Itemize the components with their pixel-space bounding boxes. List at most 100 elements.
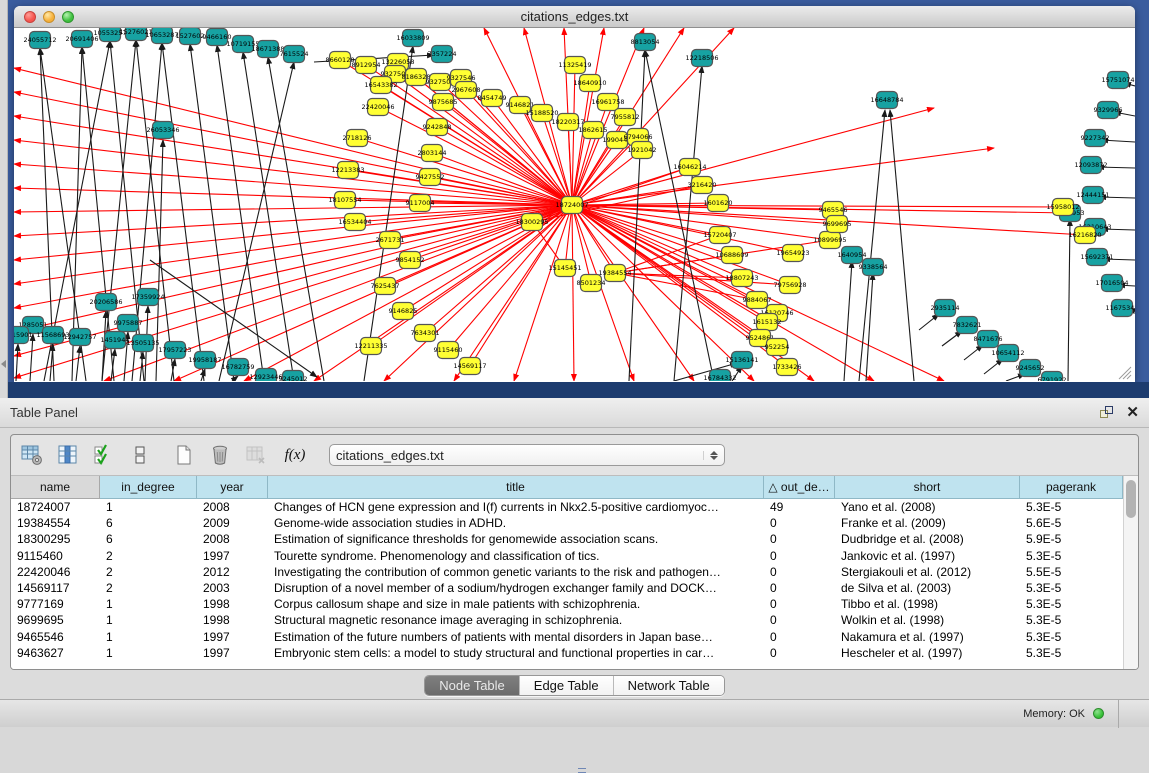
column-header-year[interactable]: year <box>197 476 268 499</box>
close-window-icon[interactable] <box>24 11 36 23</box>
graph-node[interactable]: 19958187 <box>188 352 221 369</box>
graph-node[interactable]: 9245652 <box>1016 360 1045 377</box>
scrollbar-thumb[interactable] <box>1126 480 1136 518</box>
graph-node[interactable]: 15751074 <box>1101 72 1134 89</box>
graph-node[interactable]: 8660128 <box>326 52 355 69</box>
graph-node[interactable]: 6791922 <box>1038 372 1067 382</box>
graph-node[interactable]: 1601620 <box>704 195 733 212</box>
graph-node[interactable]: 14569117 <box>453 358 486 375</box>
graph-node[interactable]: 9242848 <box>423 119 452 136</box>
table-row[interactable]: 977716911998Corpus callosum shape and si… <box>11 596 1123 612</box>
graph-node[interactable]: 9427552 <box>416 169 445 186</box>
table-settings-button[interactable] <box>19 442 45 468</box>
graph-node[interactable]: 13505135 <box>126 335 159 352</box>
graph-node[interactable]: 7634301 <box>411 325 440 342</box>
table-selector-dropdown[interactable]: citations_edges.txt <box>329 444 725 466</box>
graph-node[interactable]: 2803144 <box>418 145 447 162</box>
graph-node[interactable]: 16648784 <box>870 92 903 109</box>
selection-mode-button[interactable] <box>91 442 117 468</box>
graph-node[interactable]: 1733426 <box>773 359 802 376</box>
graph-node[interactable]: 9329966 <box>1094 102 1123 119</box>
graph-node[interactable]: 15136141 <box>725 352 758 369</box>
delete-column-button[interactable] <box>207 442 233 468</box>
collapse-panel-icon[interactable] <box>1 360 6 368</box>
graph-node[interactable]: 79756928 <box>773 277 806 294</box>
table-row[interactable]: 911546021997Tourette syndrome. Phenomeno… <box>11 548 1123 564</box>
graph-node[interactable]: 2671731 <box>376 232 405 249</box>
graph-node[interactable]: 1527602 <box>176 28 205 45</box>
graph-node[interactable]: 10688609 <box>715 247 748 264</box>
graph-node[interactable]: 15692371 <box>1080 249 1113 266</box>
graph-node[interactable]: 9245012 <box>279 371 308 382</box>
graph-node[interactable]: 1615132 <box>753 314 782 331</box>
float-panel-icon[interactable] <box>1100 406 1114 419</box>
graph-node[interactable]: 8501234 <box>577 275 606 292</box>
tab-network-table[interactable]: Network Table <box>614 676 724 695</box>
graph-node[interactable]: 18107554 <box>328 192 361 209</box>
close-panel-icon[interactable]: ✕ <box>1126 406 1139 420</box>
graph-node[interactable]: 17957223 <box>158 342 191 359</box>
graph-node[interactable]: 1640954 <box>838 247 867 264</box>
graph-node[interactable]: 12218506 <box>685 50 718 67</box>
show-columns-button[interactable] <box>55 442 81 468</box>
graph-node[interactable]: 12213383 <box>331 162 364 179</box>
graph-node[interactable]: 9227342 <box>1081 130 1110 147</box>
graph-node[interactable]: 9875685 <box>429 94 458 111</box>
graph-node[interactable]: 8813054 <box>631 34 660 51</box>
graph-node[interactable]: 9699695 <box>823 216 852 233</box>
table-row[interactable]: 969969511998Structural magnetic resonanc… <box>11 612 1123 628</box>
graph-node[interactable]: 9117004 <box>406 195 435 212</box>
new-column-button[interactable] <box>171 442 197 468</box>
graph-node[interactable]: 12211335 <box>354 338 387 355</box>
graph-node[interactable]: 11675342 <box>1105 300 1135 317</box>
graph-node[interactable]: 1921042 <box>628 142 657 159</box>
table-row[interactable]: 1830029562008Estimation of significance … <box>11 531 1123 547</box>
table-row[interactable]: 1938455462009Genome-wide association stu… <box>11 515 1123 531</box>
column-header-in_degree[interactable]: in_degree <box>100 476 197 499</box>
graph-node[interactable]: 24055712 <box>23 32 56 49</box>
graph-node[interactable]: 2718126 <box>343 130 372 147</box>
graph-node[interactable]: 18640910 <box>573 75 606 92</box>
graph-node[interactable]: 12093872 <box>1074 157 1107 174</box>
table-row[interactable]: 1872400712008Changes of HCN gene express… <box>11 499 1123 515</box>
zoom-window-icon[interactable] <box>62 11 74 23</box>
graph-node[interactable]: 16033809 <box>396 30 429 47</box>
graph-node[interactable]: 2967608 <box>452 82 481 99</box>
graph-node[interactable]: 16046214 <box>673 159 706 176</box>
graph-node[interactable]: 12444151 <box>1076 187 1109 204</box>
table-row[interactable]: 946362711997Embryonic stem cells: a mode… <box>11 645 1123 661</box>
table-scrollbar[interactable] <box>1123 476 1138 670</box>
graph-node[interactable]: 9975887 <box>114 315 143 332</box>
graph-node[interactable]: 2935114 <box>931 300 960 317</box>
graph-node[interactable]: 9115460 <box>434 342 463 359</box>
graph-node[interactable]: 7357224 <box>428 46 457 63</box>
graph-node[interactable]: 8912954 <box>352 57 381 74</box>
table-row[interactable]: 2242004622012Investigating the contribut… <box>11 564 1123 580</box>
graph-node[interactable]: 952254 <box>765 339 790 356</box>
network-view-canvas[interactable]: 2405571220691406105532571527602110653287… <box>14 28 1135 381</box>
minimize-window-icon[interactable] <box>43 11 55 23</box>
graph-node[interactable]: 8471676 <box>974 331 1003 348</box>
graph-node[interactable]: 7625437 <box>371 278 400 295</box>
tab-edge-table[interactable]: Edge Table <box>520 676 614 695</box>
graph-node[interactable]: 15720407 <box>703 227 736 244</box>
table-row[interactable]: 1456911722003Disruption of a novel membe… <box>11 580 1123 596</box>
column-header-name[interactable]: name <box>11 476 100 499</box>
column-header-short[interactable]: short <box>835 476 1020 499</box>
graph-node[interactable]: 10653287 <box>145 28 178 44</box>
column-header-out_degree[interactable]: △ out_de… <box>764 476 835 499</box>
splitter-grip-icon[interactable] <box>578 768 586 773</box>
row-height-button[interactable] <box>127 442 153 468</box>
column-header-title[interactable]: title <box>268 476 764 499</box>
graph-node[interactable]: 7832621 <box>953 317 982 334</box>
graph-node[interactable]: 1451944 <box>101 332 130 349</box>
column-header-pagerank[interactable]: pagerank <box>1020 476 1123 499</box>
graph-node[interactable]: 3216420 <box>688 177 717 194</box>
graph-node[interactable]: 11325419 <box>558 57 591 74</box>
network-window-titlebar[interactable]: citations_edges.txt <box>14 6 1135 28</box>
graph-node[interactable]: 17016504 <box>1095 275 1128 292</box>
graph-node[interactable]: 9146825 <box>389 303 418 320</box>
graph-node[interactable]: 9338564 <box>859 259 888 276</box>
graph-node[interactable]: 9854152 <box>396 252 425 269</box>
tab-node-table[interactable]: Node Table <box>425 676 520 695</box>
